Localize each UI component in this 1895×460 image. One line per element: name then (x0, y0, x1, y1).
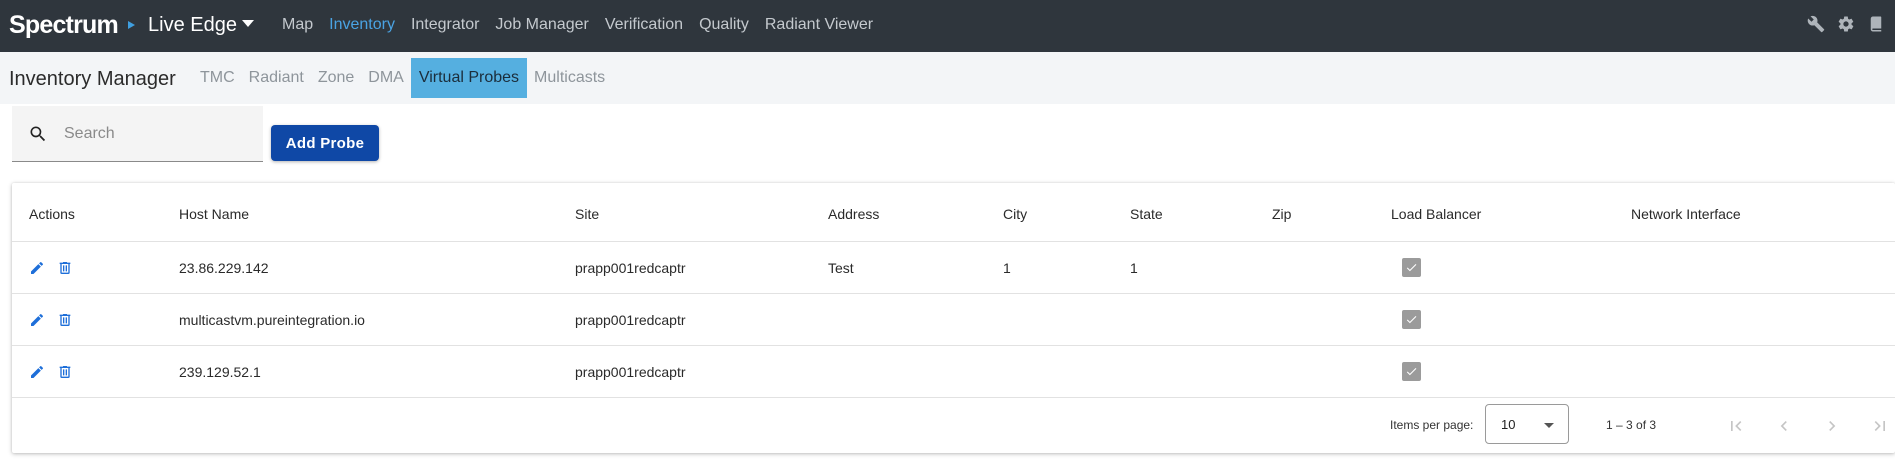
column-header-network-interface[interactable]: Network Interface (1631, 186, 1741, 241)
column-header-city[interactable]: City (1003, 186, 1027, 241)
search-input[interactable] (64, 120, 249, 148)
brand-arrow-icon (128, 21, 135, 29)
cell-host-name: multicastvm.pureintegration.io (179, 311, 365, 328)
top-navigation-bar: Spectrum Live Edge Map Inventory Integra… (0, 0, 1895, 52)
tab-dma[interactable]: DMA (361, 58, 411, 98)
delete-icon[interactable] (57, 260, 73, 276)
add-probe-button[interactable]: Add Probe (271, 125, 379, 161)
nav-item-inventory[interactable]: Inventory (329, 13, 395, 37)
table-header-row: Actions Host Name Site Address City Stat… (12, 186, 1895, 242)
items-per-page-value: 10 (1501, 417, 1516, 432)
book-icon[interactable] (1867, 15, 1885, 33)
column-header-state[interactable]: State (1130, 186, 1163, 241)
column-header-site[interactable]: Site (575, 186, 599, 241)
page-range-label: 1 – 3 of 3 (1606, 418, 1657, 432)
brand-logo[interactable]: Spectrum (9, 10, 119, 40)
items-per-page-label: Items per page: (1390, 418, 1474, 432)
nav-item-job-manager[interactable]: Job Manager (495, 13, 588, 37)
load-balancer-checkbox (1402, 242, 1421, 293)
table-row: multicastvm.pureintegration.io prapp001r… (12, 294, 1895, 346)
load-balancer-checkbox (1402, 294, 1421, 345)
nav-item-quality[interactable]: Quality (699, 13, 749, 37)
edit-icon[interactable] (29, 364, 45, 380)
row-actions (29, 346, 85, 397)
inventory-tabs: TMC Radiant Zone DMA Virtual Probes Mult… (193, 58, 612, 98)
table-row: 23.86.229.142 prapp001redcaptr Test 1 1 (12, 242, 1895, 294)
delete-icon[interactable] (57, 364, 73, 380)
cell-host-name: 23.86.229.142 (179, 259, 269, 276)
last-page-icon[interactable] (1856, 410, 1895, 442)
delete-icon[interactable] (57, 312, 73, 328)
next-page-icon[interactable] (1808, 410, 1856, 442)
wrench-icon[interactable] (1807, 15, 1825, 33)
tab-tmc[interactable]: TMC (193, 58, 242, 98)
chevron-down-icon (1544, 423, 1554, 428)
items-per-page-select[interactable]: 10 (1485, 404, 1569, 444)
row-actions (29, 242, 85, 293)
cell-site: prapp001redcaptr (575, 259, 686, 276)
load-balancer-checkbox (1402, 346, 1421, 397)
tab-radiant[interactable]: Radiant (242, 58, 311, 98)
chevron-down-icon[interactable] (242, 20, 254, 27)
column-header-host-name[interactable]: Host Name (179, 186, 249, 241)
nav-item-map[interactable]: Map (282, 13, 313, 37)
table-row: 239.129.52.1 prapp001redcaptr (12, 346, 1895, 398)
page-navigation (1712, 410, 1895, 442)
column-header-actions: Actions (29, 205, 75, 222)
cell-host-name: 239.129.52.1 (179, 363, 261, 380)
cell-site: prapp001redcaptr (575, 311, 686, 328)
cell-city: 1 (1003, 259, 1011, 276)
search-field (12, 106, 263, 162)
nav-item-integrator[interactable]: Integrator (411, 13, 479, 37)
paginator: Items per page: 10 1 – 3 of 3 (12, 402, 1895, 452)
column-header-load-balancer[interactable]: Load Balancer (1391, 186, 1481, 241)
edit-icon[interactable] (29, 312, 45, 328)
nav-item-radiant-viewer[interactable]: Radiant Viewer (765, 13, 873, 37)
toolbar-icons (1807, 15, 1885, 33)
tab-virtual-probes[interactable]: Virtual Probes (410, 58, 528, 98)
tab-multicasts[interactable]: Multicasts (527, 58, 612, 98)
page-title: Inventory Manager (9, 68, 176, 90)
virtual-probes-table: Actions Host Name Site Address City Stat… (12, 183, 1895, 453)
cell-state: 1 (1130, 259, 1138, 276)
cell-address: Test (828, 259, 854, 276)
environment-selector[interactable]: Live Edge (148, 12, 237, 38)
sub-navigation-bar: Inventory Manager TMC Radiant Zone DMA V… (0, 52, 1895, 104)
tab-zone[interactable]: Zone (311, 58, 361, 98)
first-page-icon[interactable] (1712, 410, 1760, 442)
row-actions (29, 294, 85, 345)
main-nav: Map Inventory Integrator Job Manager Ver… (282, 13, 889, 37)
nav-item-verification[interactable]: Verification (605, 13, 683, 37)
search-icon (28, 124, 48, 144)
column-header-address[interactable]: Address (828, 186, 879, 241)
edit-icon[interactable] (29, 260, 45, 276)
previous-page-icon[interactable] (1760, 410, 1808, 442)
column-header-zip[interactable]: Zip (1272, 186, 1291, 241)
gear-icon[interactable] (1837, 15, 1855, 33)
cell-site: prapp001redcaptr (575, 363, 686, 380)
